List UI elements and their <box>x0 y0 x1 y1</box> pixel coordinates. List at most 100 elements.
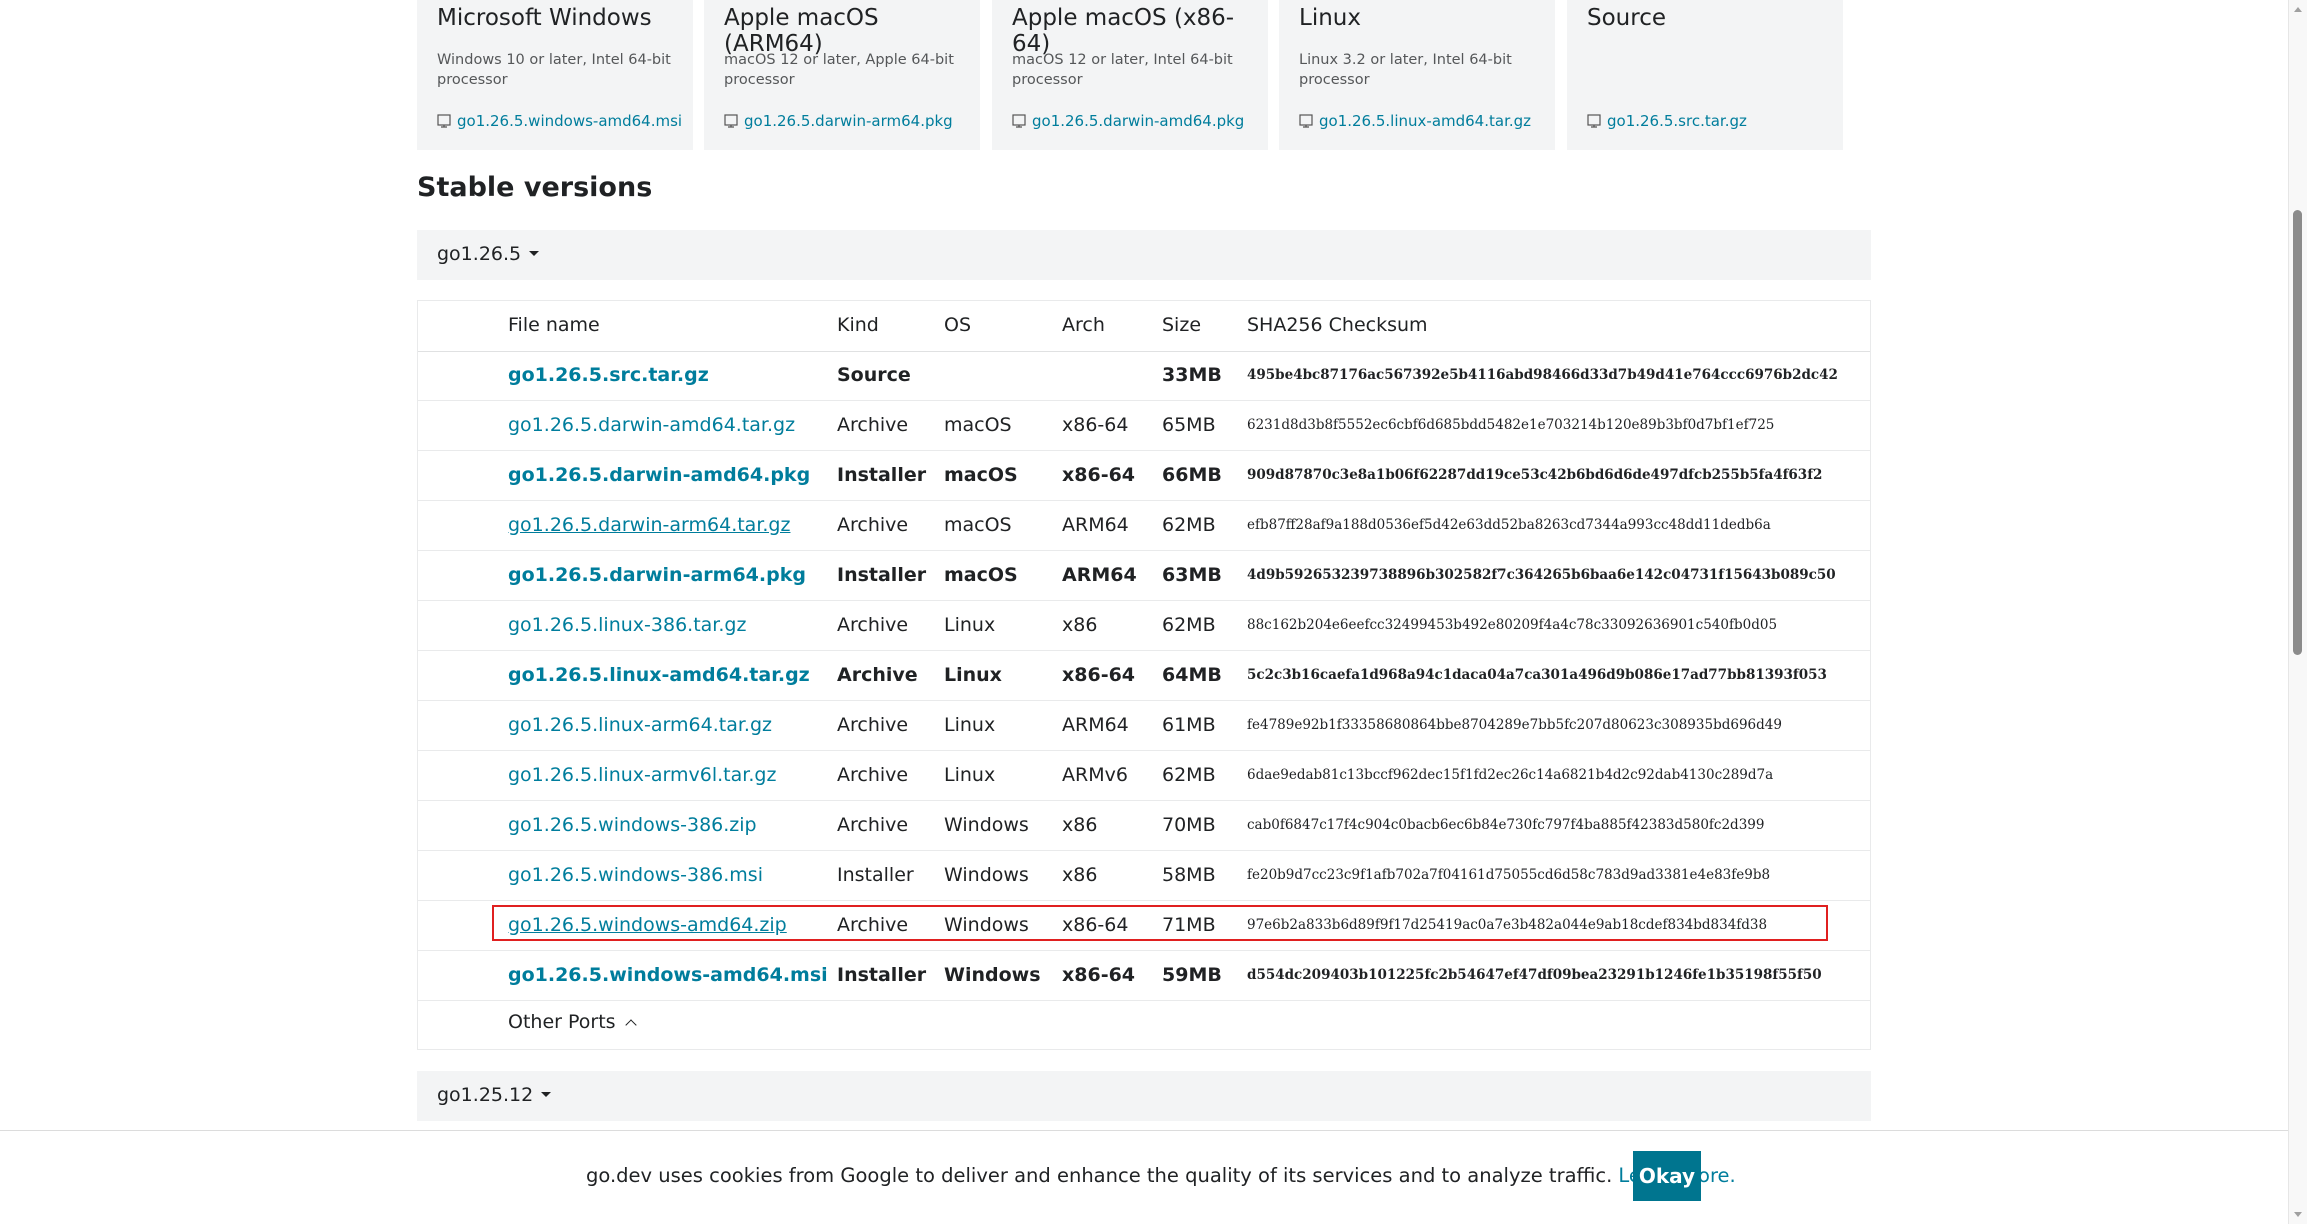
scrollbar-thumb[interactable] <box>2293 210 2302 655</box>
version-label[interactable]: go1.25.12 <box>437 1084 552 1106</box>
featured-card-macos-arm64: Apple macOS (ARM64) macOS 12 or later, A… <box>704 0 980 150</box>
file-name-link[interactable]: go1.26.5.windows-386.zip <box>508 814 757 836</box>
file-icon <box>1587 114 1601 128</box>
size-cell: 63MB <box>1162 564 1222 586</box>
card-file-name[interactable]: go1.26.5.darwin-arm64.pkg <box>744 112 953 130</box>
stable-versions-heading: Stable versions <box>417 172 653 203</box>
checksum-cell: 495be4bc87176ac567392e5b4116abd98466d33d… <box>1247 367 1838 383</box>
card-description: Linux 3.2 or later, Intel 64-bit process… <box>1299 52 1512 88</box>
checksum-cell: 909d87870c3e8a1b06f62287dd19ce53c42b6bd6… <box>1247 467 1823 483</box>
other-ports-toggle[interactable]: Other Ports <box>508 1011 637 1033</box>
version-toggle-go1-26-5[interactable]: go1.26.5 <box>417 230 1871 280</box>
arch-cell: x86-64 <box>1062 664 1136 686</box>
featured-card-windows: Microsoft Windows Windows 10 or later, I… <box>417 0 693 150</box>
table-row: go1.26.5.windows-386.zip Archive Windows x8… <box>418 801 1870 851</box>
okay-button[interactable]: Okay <box>1633 1151 1701 1201</box>
checksum-cell: 4d9b592653239738896b302582f7c364265b6baa… <box>1247 567 1836 583</box>
scroll-down-arrow-icon[interactable] <box>2294 1212 2302 1217</box>
checksum-cell: 5c2c3b16caefa1d968a94c1daca04a7ca301a496… <box>1247 667 1827 683</box>
checksum-cell: 88c162b204e6eefcc32499453b492e80209f4a4c… <box>1247 617 1778 633</box>
card-download-link[interactable]: go1.26.5.windows-amd64.msi <box>437 112 682 130</box>
card-download-link[interactable]: go1.26.5.src.tar.gz <box>1587 112 1747 130</box>
arch-cell: ARM64 <box>1062 714 1129 736</box>
size-cell: 61MB <box>1162 714 1216 736</box>
file-icon <box>724 114 738 128</box>
card-file-name[interactable]: go1.26.5.linux-amd64.tar.gz <box>1319 112 1531 130</box>
arch-cell: x86 <box>1062 864 1098 886</box>
table-row: go1.26.5.darwin-arm64.pkg Installer macOS A… <box>418 551 1870 601</box>
checksum-cell: d554dc209403b101225fc2b54647ef47df09bea2… <box>1247 967 1822 983</box>
file-icon <box>1299 114 1313 128</box>
arch-cell: x86-64 <box>1062 914 1129 936</box>
arch-cell: x86-64 <box>1062 464 1136 486</box>
header-file-name: File name <box>508 314 600 336</box>
card-download-link[interactable]: go1.26.5.darwin-arm64.pkg <box>724 112 953 130</box>
table-row: go1.26.5.linux-arm64.tar.gz Archive Linux A… <box>418 701 1870 751</box>
featured-downloads: Microsoft Windows Windows 10 or later, I… <box>417 0 1847 150</box>
card-os-title: Source <box>1587 5 1666 31</box>
table-row: go1.26.5.linux-386.tar.gz Archive Linux x86… <box>418 601 1870 651</box>
chevron-up-icon <box>624 1019 637 1031</box>
table-row: go1.26.5.linux-armv6l.tar.gz Archive Linux… <box>418 751 1870 801</box>
file-name-link[interactable]: go1.26.5.windows-386.msi <box>508 864 763 886</box>
other-ports-label: Other Ports <box>508 1011 616 1033</box>
card-os-title: Linux <box>1299 5 1361 31</box>
file-icon <box>1012 114 1026 128</box>
os-cell: Linux <box>944 614 996 636</box>
version-toggle-go1-25-12[interactable]: go1.25.12 <box>417 1071 1871 1121</box>
kind-cell: Archive <box>837 614 909 636</box>
card-description: macOS 12 or later, Apple 64-bit processo… <box>724 52 954 88</box>
scroll-up-arrow-icon[interactable] <box>2294 7 2302 12</box>
header-checksum: SHA256 Checksum <box>1247 314 1428 336</box>
table-row: go1.26.5.windows-amd64.msi Installer Windo… <box>418 951 1870 1001</box>
arch-cell: ARMv6 <box>1062 764 1128 786</box>
file-name-link[interactable]: go1.26.5.linux-arm64.tar.gz <box>508 714 772 736</box>
kind-cell: Archive <box>837 514 909 536</box>
card-download-link[interactable]: go1.26.5.linux-amd64.tar.gz <box>1299 112 1531 130</box>
file-name-link[interactable]: go1.26.5.darwin-amd64.tar.gz <box>508 414 795 436</box>
card-description: macOS 12 or later, Intel 64-bit processo… <box>1012 52 1233 88</box>
checksum-cell: 6231d8d3b8f5552ec6cbf6d685bdd5482e1e7032… <box>1247 417 1775 433</box>
table-row: go1.26.5.linux-amd64.tar.gz Archive Linux x… <box>418 651 1870 701</box>
checksum-cell: 6dae9edab81c13bccf962dec15f1fd2ec26c14a6… <box>1247 767 1774 783</box>
card-description: Windows 10 or later, Intel 64-bit proces… <box>437 52 671 88</box>
os-cell: macOS <box>944 564 1018 586</box>
file-name-link[interactable]: go1.26.5.linux-amd64.tar.gz <box>508 664 810 686</box>
file-name-link[interactable]: go1.26.5.windows-amd64.msi <box>508 964 828 986</box>
arch-cell: x86-64 <box>1062 964 1136 986</box>
card-file-name[interactable]: go1.26.5.src.tar.gz <box>1607 112 1747 130</box>
caret-down-icon <box>529 251 540 256</box>
featured-card-source: Source go1.26.5.src.tar.gz <box>1567 0 1843 150</box>
kind-cell: Installer <box>837 864 914 886</box>
size-cell: 58MB <box>1162 864 1216 886</box>
header-os: OS <box>944 314 972 336</box>
size-cell: 59MB <box>1162 964 1222 986</box>
arch-cell: ARM64 <box>1062 514 1129 536</box>
card-file-name[interactable]: go1.26.5.darwin-amd64.pkg <box>1032 112 1244 130</box>
arch-cell: x86 <box>1062 814 1098 836</box>
file-name-link[interactable]: go1.26.5.windows-amd64.zip <box>508 914 787 936</box>
version-label-text: go1.25.12 <box>437 1084 534 1106</box>
kind-cell: Archive <box>837 764 909 786</box>
size-cell: 70MB <box>1162 814 1216 836</box>
file-name-link[interactable]: go1.26.5.darwin-arm64.pkg <box>508 564 806 586</box>
card-download-link[interactable]: go1.26.5.darwin-amd64.pkg <box>1012 112 1244 130</box>
table-row: go1.26.5.darwin-arm64.tar.gz Archive macOS… <box>418 501 1870 551</box>
file-name-link[interactable]: go1.26.5.linux-386.tar.gz <box>508 614 746 636</box>
file-name-link[interactable]: go1.26.5.linux-armv6l.tar.gz <box>508 764 776 786</box>
os-cell: Linux <box>944 714 996 736</box>
version-label[interactable]: go1.26.5 <box>437 243 540 265</box>
size-cell: 62MB <box>1162 764 1216 786</box>
table-row: go1.26.5.src.tar.gz Source 33MB 495be4bc871… <box>418 351 1870 401</box>
size-cell: 66MB <box>1162 464 1222 486</box>
kind-cell: Archive <box>837 914 909 936</box>
checksum-cell: cab0f6847c17f4c904c0bacb6ec6b84e730fc797… <box>1247 817 1765 833</box>
checksum-cell: 97e6b2a833b6d89f9f17d25419ac0a7e3b482a04… <box>1247 917 1768 933</box>
file-name-link[interactable]: go1.26.5.darwin-amd64.pkg <box>508 464 810 486</box>
file-name-link[interactable]: go1.26.5.src.tar.gz <box>508 364 709 386</box>
file-name-link[interactable]: go1.26.5.darwin-arm64.tar.gz <box>508 514 790 536</box>
card-file-name[interactable]: go1.26.5.windows-amd64.msi <box>457 112 682 130</box>
card-os-title: Microsoft Windows <box>437 5 652 31</box>
header-arch: Arch <box>1062 314 1105 336</box>
page-scrollbar[interactable] <box>2288 0 2307 1224</box>
